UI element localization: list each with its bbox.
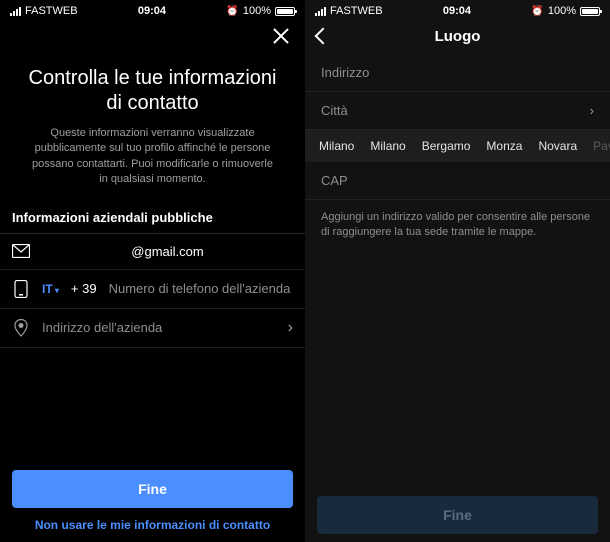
alarm-icon: ⏰ xyxy=(531,6,543,17)
email-row[interactable]: @gmail.com xyxy=(0,234,305,270)
address-row[interactable]: Indirizzo dell'azienda › xyxy=(0,309,305,348)
nav-bar: Luogo xyxy=(305,18,610,54)
email-icon xyxy=(12,244,30,258)
battery-icon xyxy=(580,7,600,16)
address-label: Indirizzo xyxy=(321,65,594,80)
page-subtitle: Queste informazioni verranno visualizzat… xyxy=(0,122,305,206)
address-input-row[interactable]: Indirizzo xyxy=(305,54,610,92)
battery-icon xyxy=(275,7,295,16)
city-input-row[interactable]: Città › xyxy=(305,92,610,130)
status-time: 09:04 xyxy=(443,5,471,17)
chevron-down-icon: ▾ xyxy=(53,286,59,295)
signal-strength-icon xyxy=(10,7,21,16)
country-code-selector[interactable]: IT ▾ xyxy=(42,282,59,296)
city-suggestion[interactable]: Milano xyxy=(319,139,354,153)
dial-prefix: + 39 xyxy=(71,281,97,296)
city-suggestion[interactable]: Pav xyxy=(593,139,610,153)
done-button[interactable]: Fine xyxy=(12,470,293,508)
cap-input-row[interactable]: CAP xyxy=(305,162,610,200)
carrier-label: FASTWEB xyxy=(25,5,78,17)
close-icon[interactable] xyxy=(271,26,291,46)
phone-input[interactable]: Numero di telefono dell'azienda xyxy=(109,281,291,296)
city-suggestions-bar: Milano Milano Bergamo Monza Novara Pav xyxy=(305,130,610,162)
address-hint-text: Aggiungi un indirizzo valido per consent… xyxy=(305,200,610,251)
nav-bar xyxy=(0,18,305,54)
status-bar: FASTWEB 09:04 ⏰ 100% xyxy=(0,0,305,18)
city-suggestion[interactable]: Milano xyxy=(370,139,405,153)
done-button[interactable]: Fine xyxy=(317,496,598,534)
city-label: Città xyxy=(321,103,590,118)
email-value: @gmail.com xyxy=(42,244,293,259)
city-suggestion[interactable]: Monza xyxy=(486,139,522,153)
status-time: 09:04 xyxy=(138,5,166,17)
alarm-icon: ⏰ xyxy=(226,6,238,17)
chevron-right-icon: › xyxy=(590,103,594,118)
screen-contact-info: FASTWEB 09:04 ⏰ 100% Controlla le tue in… xyxy=(0,0,305,542)
battery-percent: 100% xyxy=(548,5,576,17)
city-suggestion[interactable]: Bergamo xyxy=(422,139,471,153)
nav-title: Luogo xyxy=(305,28,610,45)
carrier-label: FASTWEB xyxy=(330,5,383,17)
signal-strength-icon xyxy=(315,7,326,16)
city-suggestion[interactable]: Novara xyxy=(538,139,577,153)
battery-percent: 100% xyxy=(243,5,271,17)
chevron-right-icon: › xyxy=(288,319,293,337)
status-bar: FASTWEB 09:04 ⏰ 100% xyxy=(305,0,610,18)
country-code-label: IT xyxy=(42,282,53,296)
dont-use-contact-info-link[interactable]: Non usare le mie informazioni di contatt… xyxy=(12,508,293,534)
section-label-public-business-info: Informazioni aziendali pubbliche xyxy=(0,206,305,233)
screen-location-editor: FASTWEB 09:04 ⏰ 100% Luogo Indirizzo Cit… xyxy=(305,0,610,542)
location-pin-icon xyxy=(12,319,30,337)
page-title: Controlla le tue informazioni di contatt… xyxy=(0,54,305,122)
cap-label: CAP xyxy=(321,173,594,188)
phone-row[interactable]: IT ▾ + 39 Numero di telefono dell'aziend… xyxy=(0,270,305,309)
address-placeholder: Indirizzo dell'azienda xyxy=(42,320,276,335)
phone-icon xyxy=(12,280,30,298)
